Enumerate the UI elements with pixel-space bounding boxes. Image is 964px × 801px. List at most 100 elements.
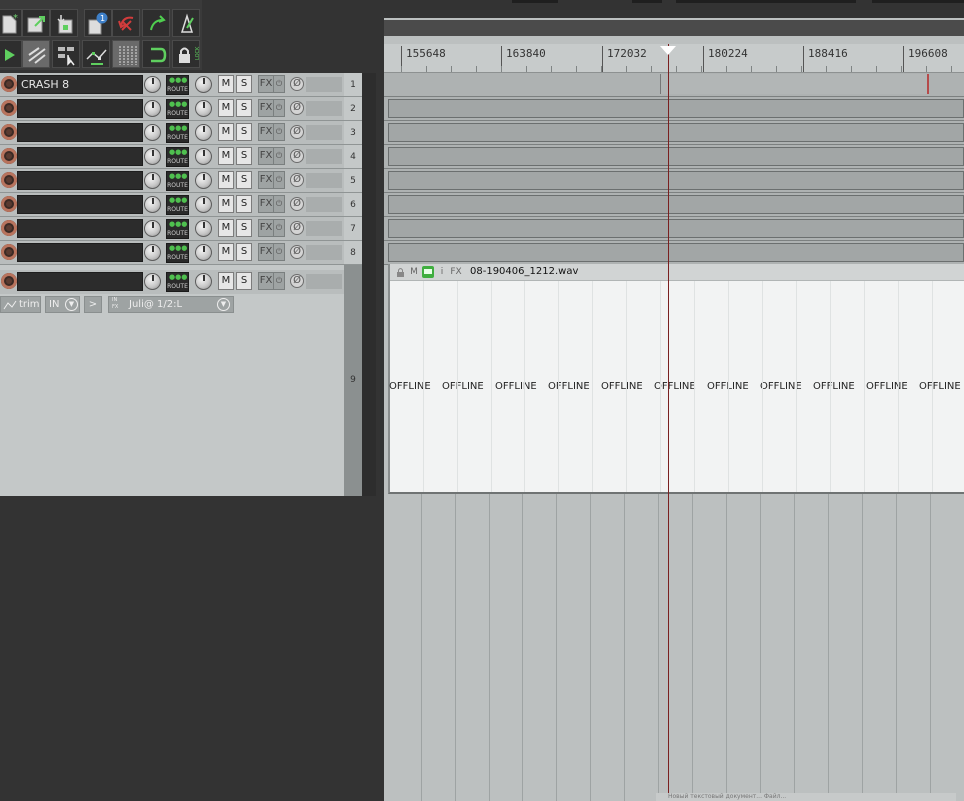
media-item-track9[interactable]: M i FX 08-190406_1212.wav OFFLINE OFFLINE… — [388, 264, 964, 494]
record-arm-button[interactable] — [1, 124, 17, 140]
pan-knob[interactable] — [195, 148, 212, 165]
item-fx-icon[interactable]: FX — [450, 266, 462, 278]
record-arm-button[interactable] — [1, 76, 17, 92]
envelope-points-icon[interactable] — [82, 40, 110, 68]
open-project-icon[interactable] — [22, 9, 50, 37]
track-row[interactable]: ●●● ROUTE M S FX ⏻ Ø — [0, 241, 344, 265]
track-row[interactable]: CRASH 8 ●●● ROUTE M S FX ⏻ Ø — [0, 73, 344, 97]
fx-bypass-button[interactable]: ⏻ — [273, 75, 285, 93]
route-button[interactable]: ●●● ROUTE — [166, 195, 189, 215]
mute-button[interactable]: M — [218, 75, 234, 93]
fx-bypass-button[interactable]: ⏻ — [273, 171, 285, 189]
ripple-edit-icon[interactable] — [22, 40, 50, 68]
fx-bypass-button[interactable]: ⏻ — [273, 99, 285, 117]
track-number[interactable]: 4 — [344, 145, 362, 169]
media-item[interactable] — [388, 219, 964, 238]
route-button[interactable]: ●●● ROUTE — [166, 123, 189, 143]
phase-invert-button[interactable]: Ø — [290, 77, 304, 91]
solo-button[interactable]: S — [236, 219, 252, 237]
track-name-field[interactable] — [17, 99, 143, 118]
fx-button[interactable]: FX — [258, 272, 274, 290]
volume-knob[interactable] — [144, 148, 161, 165]
track-name-field[interactable] — [17, 272, 143, 291]
phase-invert-button[interactable]: Ø — [290, 173, 304, 187]
route-button[interactable]: ●●● ROUTE — [166, 99, 189, 119]
track-lane[interactable] — [384, 97, 964, 121]
track-name-field[interactable] — [17, 147, 143, 166]
volume-knob[interactable] — [144, 244, 161, 261]
solo-button[interactable]: S — [236, 75, 252, 93]
phase-invert-button[interactable]: Ø — [290, 149, 304, 163]
phase-invert-button[interactable]: Ø — [290, 274, 304, 288]
mute-button[interactable]: M — [218, 171, 234, 189]
snap-icon[interactable] — [142, 40, 170, 68]
fx-bypass-button[interactable]: ⏻ — [273, 123, 285, 141]
fx-button[interactable]: FX — [258, 147, 274, 165]
record-arm-button[interactable] — [1, 244, 17, 260]
fx-button[interactable]: FX — [258, 219, 274, 237]
fx-button[interactable]: FX — [258, 195, 274, 213]
media-item[interactable] — [388, 147, 964, 166]
volume-knob[interactable] — [144, 100, 161, 117]
solo-button[interactable]: S — [236, 243, 252, 261]
solo-button[interactable]: S — [236, 272, 252, 290]
track-lane[interactable] — [384, 145, 964, 169]
input-device-select[interactable]: IN FX Juli@ 1/2:L ▼ — [108, 296, 234, 313]
track-lane[interactable] — [384, 169, 964, 193]
track-row[interactable]: ●●● ROUTE M S FX ⏻ Ø — [0, 97, 344, 121]
volume-knob[interactable] — [144, 76, 161, 93]
input-button[interactable]: IN ▼ — [45, 296, 80, 313]
grouping-icon[interactable] — [52, 40, 80, 68]
track-name-field[interactable] — [17, 219, 143, 238]
track-lane[interactable] — [384, 241, 964, 265]
pan-knob[interactable] — [195, 220, 212, 237]
solo-button[interactable]: S — [236, 99, 252, 117]
solo-button[interactable]: S — [236, 171, 252, 189]
save-project-icon[interactable] — [50, 9, 78, 37]
grid-icon[interactable] — [112, 40, 140, 68]
fx-button[interactable]: FX — [258, 243, 274, 261]
mute-button[interactable]: M — [218, 99, 234, 117]
mute-button[interactable]: M — [218, 147, 234, 165]
phase-invert-button[interactable]: Ø — [290, 221, 304, 235]
track-name-field[interactable]: CRASH 8 — [17, 75, 143, 94]
arrange-view[interactable]: 155648 163840 172032 180224 188416 19660… — [384, 0, 964, 801]
track-name-field[interactable] — [17, 195, 143, 214]
mute-button[interactable]: M — [218, 272, 234, 290]
record-arm-button[interactable] — [1, 172, 17, 188]
record-arm-button[interactable] — [1, 196, 17, 212]
fx-bypass-button[interactable]: ⏻ — [273, 243, 285, 261]
record-arm-button[interactable] — [1, 100, 17, 116]
record-arm-button[interactable] — [1, 148, 17, 164]
fx-bypass-button[interactable]: ⏻ — [273, 147, 285, 165]
track-number[interactable]: 9 — [344, 270, 362, 496]
route-button[interactable]: ●●● ROUTE — [166, 147, 189, 167]
track-number[interactable]: 3 — [344, 121, 362, 145]
record-arm-button[interactable] — [1, 273, 17, 289]
media-item[interactable] — [388, 99, 964, 118]
solo-button[interactable]: S — [236, 123, 252, 141]
track-lane[interactable] — [384, 121, 964, 145]
media-item[interactable] — [388, 195, 964, 214]
track-row[interactable]: ●●● ROUTE M S FX ⏻ Ø — [0, 145, 344, 169]
fx-button[interactable]: FX — [258, 99, 274, 117]
playhead-marker[interactable] — [660, 46, 676, 55]
record-arm-button[interactable] — [1, 220, 17, 236]
track-row[interactable]: ●●● ROUTE M S FX ⏻ Ø — [0, 270, 344, 294]
media-item[interactable] — [388, 171, 964, 190]
pan-knob[interactable] — [195, 196, 212, 213]
track-number[interactable]: 5 — [344, 169, 362, 193]
mute-button[interactable]: M — [218, 243, 234, 261]
pan-knob[interactable] — [195, 76, 212, 93]
mute-button[interactable]: M — [218, 123, 234, 141]
route-button[interactable]: ●●● ROUTE — [166, 171, 189, 191]
track-lane[interactable] — [384, 217, 964, 241]
track1-media-item[interactable] — [660, 74, 929, 94]
new-project-icon[interactable]: * — [0, 9, 22, 37]
track-name-field[interactable] — [17, 243, 143, 262]
fx-bypass-button[interactable]: ⏻ — [273, 195, 285, 213]
pan-knob[interactable] — [195, 273, 212, 290]
media-item[interactable] — [388, 123, 964, 142]
pan-knob[interactable] — [195, 244, 212, 261]
track-row[interactable]: ●●● ROUTE M S FX ⏻ Ø — [0, 193, 344, 217]
